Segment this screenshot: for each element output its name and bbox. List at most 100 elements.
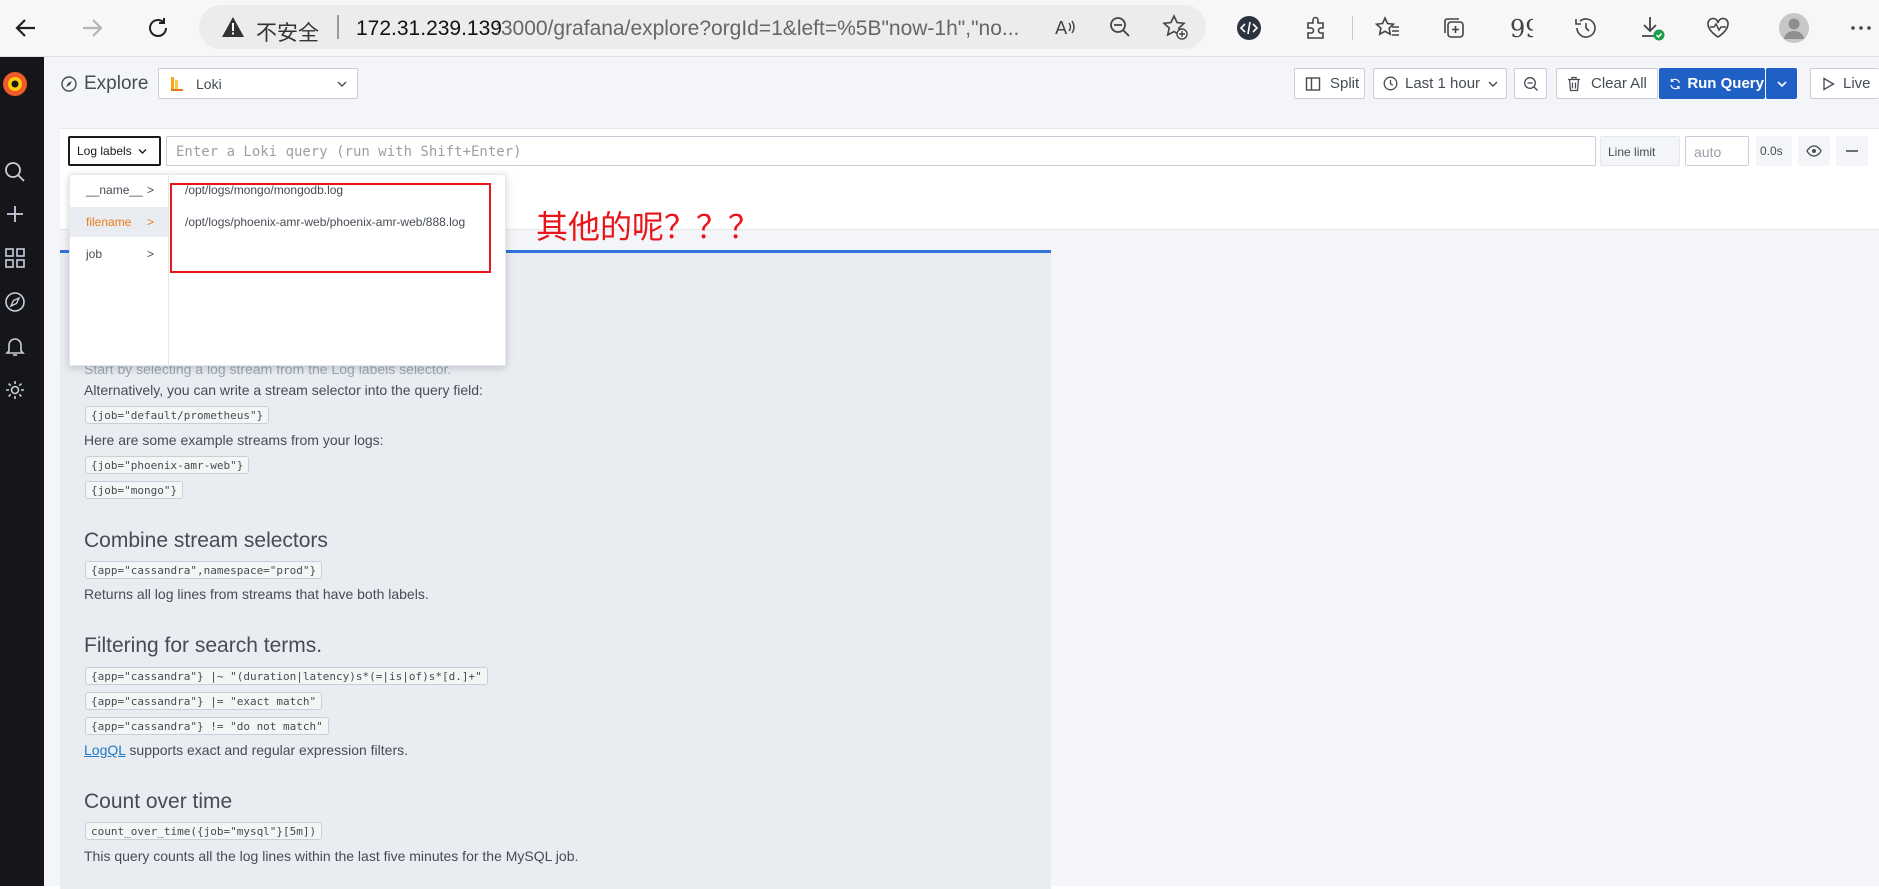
- example-query-chip[interactable]: {app="cassandra"} |= "exact match": [85, 692, 323, 710]
- time-range-label: Last 1 hour: [1405, 75, 1481, 92]
- side-menu: [0, 57, 44, 886]
- example-query-text: {job="default/prometheus"}: [91, 409, 264, 422]
- example-query-text: {job="mongo"}: [91, 484, 178, 497]
- devtools-extension-icon[interactable]: [1231, 10, 1267, 46]
- zoom-out-icon[interactable]: [1102, 9, 1138, 45]
- favorites-icon[interactable]: [1370, 10, 1406, 46]
- run-query-button[interactable]: Run Query: [1659, 68, 1765, 99]
- split-button[interactable]: Split: [1294, 68, 1365, 99]
- example-query-chip[interactable]: {job="phoenix-amr-web"}: [85, 456, 250, 474]
- search-icon[interactable]: [0, 157, 30, 187]
- grafana-logo-icon[interactable]: [0, 69, 30, 99]
- security-label: 不安全: [256, 22, 319, 45]
- example-query-text: {job="phoenix-amr-web"}: [91, 459, 244, 472]
- query-time-badge: 0.0s: [1756, 136, 1792, 166]
- eye-icon: [1806, 145, 1822, 157]
- svg-text:99: 99: [1510, 15, 1533, 41]
- more-menu-icon[interactable]: [1843, 10, 1879, 46]
- run-query-label: Run Query: [1687, 75, 1764, 92]
- svg-text:A: A: [1055, 18, 1068, 39]
- loki-logo-icon: [171, 76, 183, 91]
- time-range-picker[interactable]: Last 1 hour: [1373, 68, 1507, 99]
- example-query-chip[interactable]: {job="mongo"}: [85, 481, 184, 499]
- alerting-bell-icon[interactable]: [0, 331, 30, 361]
- cheat-intro-line3: Here are some example streams from your …: [84, 432, 384, 448]
- chevron-right-icon: >: [147, 247, 155, 261]
- warning-icon: [222, 17, 244, 37]
- datasource-picker[interactable]: Loki: [158, 68, 358, 99]
- zoom-out-icon: [1523, 76, 1538, 91]
- split-label: Split: [1330, 75, 1360, 92]
- example-query-chip[interactable]: {app="cassandra"} |~ "(duration|latency)…: [85, 667, 488, 685]
- log-labels-label: Log labels: [77, 144, 132, 158]
- run-query-interval-dropdown[interactable]: [1766, 68, 1797, 99]
- label-option-name[interactable]: __name__ >: [70, 175, 168, 205]
- query-input[interactable]: Enter a Loki query (run with Shift+Enter…: [166, 136, 1596, 166]
- live-label: Live: [1843, 75, 1871, 92]
- example-query-chip[interactable]: count_over_time({job="mysql"}[5m]): [85, 822, 323, 840]
- live-button[interactable]: Live: [1810, 68, 1879, 99]
- label-option-text: __name__: [86, 183, 143, 197]
- line-limit-placeholder: auto: [1694, 144, 1722, 160]
- chevron-right-icon: >: [147, 183, 155, 197]
- chevron-down-icon: [1488, 81, 1498, 87]
- clear-all-label: Clear All: [1591, 75, 1647, 92]
- downloads-icon[interactable]: [1634, 10, 1670, 46]
- browser-toolbar: 不安全 172.31.239.139 :3000/grafana/explore…: [0, 0, 1879, 57]
- line-limit-label: Line limit: [1608, 145, 1656, 159]
- forward-button[interactable]: [74, 10, 110, 46]
- create-plus-icon[interactable]: [0, 199, 30, 229]
- example-query-text: {app="cassandra"} |= "exact match": [91, 695, 317, 708]
- annotation-text: 其他的呢？？？: [536, 208, 761, 246]
- example-query-text: {app="cassandra"} |~ "(duration|latency)…: [91, 670, 482, 683]
- example-query-text: count_over_time({job="mysql"}[5m]): [91, 825, 317, 838]
- count-heading: Count over time: [84, 790, 233, 813]
- chevron-down-icon: [1776, 80, 1787, 87]
- refresh-button[interactable]: [140, 10, 176, 46]
- remove-query-button[interactable]: [1836, 136, 1868, 166]
- back-button[interactable]: [8, 10, 44, 46]
- trash-icon: [1568, 76, 1580, 91]
- address-bar[interactable]: 不安全 172.31.239.139 :3000/grafana/explore…: [199, 5, 1206, 49]
- logql-link[interactable]: LogQL: [84, 742, 126, 758]
- profile-avatar-icon[interactable]: [1776, 10, 1812, 46]
- cheat-intro-line2: Alternatively, you can write a stream se…: [84, 382, 483, 398]
- explore-compass-icon: [61, 76, 77, 92]
- settings-gear-icon[interactable]: [0, 375, 30, 405]
- quote-icon[interactable]: 99: [1502, 10, 1538, 46]
- example-query-chip[interactable]: {app="cassandra"} != "do not match": [85, 717, 329, 735]
- count-description: This query counts all the log lines with…: [84, 848, 579, 864]
- clear-all-button[interactable]: Clear All: [1556, 68, 1658, 99]
- combine-description: Returns all log lines from streams that …: [84, 586, 429, 602]
- label-option-filename[interactable]: filename >: [70, 207, 168, 237]
- minus-icon: [1846, 150, 1858, 152]
- filter-description-line: LogQL supports exact and regular express…: [84, 742, 408, 758]
- history-icon[interactable]: [1568, 10, 1604, 46]
- toggle-query-visibility-button[interactable]: [1798, 136, 1830, 166]
- extensions-icon[interactable]: [1298, 10, 1334, 46]
- url-path: :3000/grafana/explore?orgId=1&left=%5B"n…: [495, 17, 1020, 40]
- annotation-highlight-box: [170, 183, 491, 273]
- example-query-chip[interactable]: {job="default/prometheus"}: [85, 406, 270, 424]
- filter-description: supports exact and regular expression fi…: [125, 742, 408, 758]
- label-option-job[interactable]: job >: [70, 239, 168, 269]
- collections-icon[interactable]: [1436, 10, 1472, 46]
- query-time: 0.0s: [1760, 144, 1783, 158]
- datasource-name: Loki: [196, 75, 222, 92]
- example-query-text: {app="cassandra"} != "do not match": [91, 720, 323, 733]
- label-names-column: __name__ > filename > job >: [70, 175, 169, 365]
- example-query-chip[interactable]: {app="cassandra",namespace="prod"}: [85, 561, 323, 579]
- url-host: 172.31.239.139: [356, 17, 502, 40]
- query-placeholder: Enter a Loki query (run with Shift+Enter…: [176, 144, 522, 160]
- dashboards-icon[interactable]: [0, 243, 30, 273]
- explore-compass-icon[interactable]: [0, 287, 30, 317]
- page-title: Explore: [84, 73, 149, 94]
- log-labels-button[interactable]: Log labels: [68, 136, 161, 166]
- play-icon: [1823, 76, 1835, 91]
- zoom-out-time-button[interactable]: [1514, 68, 1547, 99]
- line-limit-input[interactable]: auto: [1685, 136, 1749, 166]
- read-aloud-icon[interactable]: A: [1047, 9, 1083, 45]
- browser-essentials-icon[interactable]: [1700, 10, 1736, 46]
- back-arrow-icon: [15, 19, 35, 37]
- add-favorite-icon[interactable]: [1157, 9, 1193, 45]
